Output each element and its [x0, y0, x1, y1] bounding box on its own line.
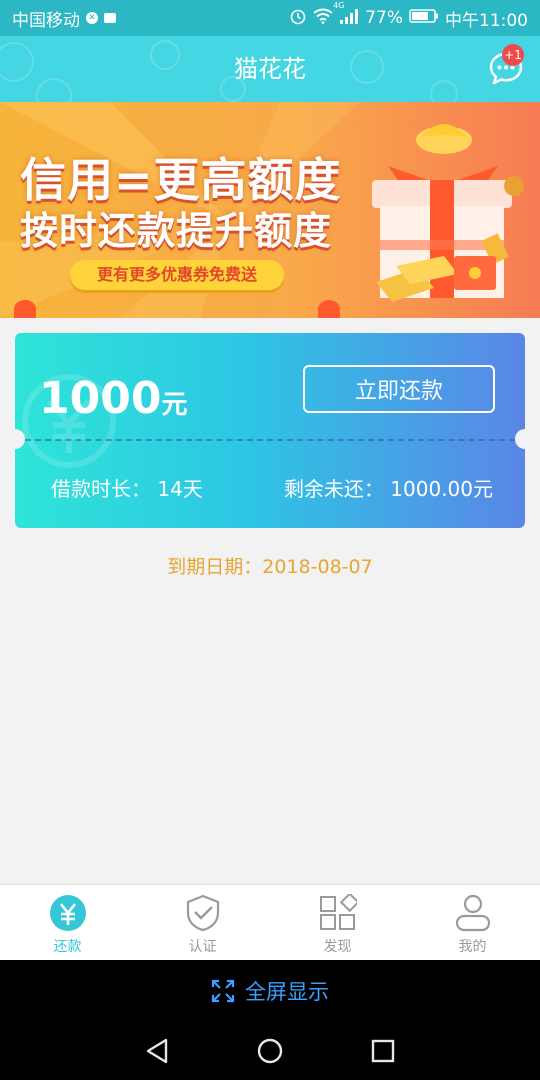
grid-icon — [318, 893, 358, 933]
tab-label: 还款 — [53, 939, 82, 955]
wifi-icon — [313, 8, 333, 29]
expand-icon — [211, 979, 235, 1003]
message-notification-icon — [104, 13, 116, 23]
clock: 中午11:00 — [445, 10, 528, 31]
back-button[interactable] — [137, 1031, 177, 1071]
alarm-icon — [289, 7, 307, 30]
home-button[interactable] — [250, 1031, 290, 1071]
tab-label: 认证 — [188, 939, 217, 955]
fullscreen-button[interactable]: 全屏显示 — [0, 960, 540, 1022]
recents-square-icon — [372, 1039, 395, 1063]
repayment-card: 1000元 立即还款 借款时长： 14天 剩余未还： 1000.00元 — [15, 333, 525, 528]
battery-icon — [409, 8, 439, 29]
battery-percent: 77% — [365, 8, 403, 28]
yen-icon — [48, 893, 88, 933]
system-nav-bar — [0, 1022, 540, 1080]
gold-bars-illustration — [376, 256, 496, 302]
notification-icon: ✕ — [86, 12, 98, 24]
back-triangle-icon — [146, 1038, 167, 1064]
loan-duration: 借款时长： 14天 — [51, 477, 203, 501]
signal-icon: 4G — [333, 1, 359, 29]
tab-verify[interactable]: 认证 — [135, 885, 270, 960]
loan-amount-value: 1000 — [39, 373, 162, 424]
tab-discover[interactable]: 发现 — [270, 885, 405, 960]
card-divider — [25, 439, 515, 441]
due-date: 到期日期：2018-08-07 — [167, 556, 373, 578]
home-circle-icon — [257, 1038, 283, 1064]
user-icon — [453, 893, 493, 933]
status-bar: 中国移动 ✕ 4G 77% 中午11:00 — [0, 0, 540, 36]
tab-mine[interactable]: 我的 — [405, 885, 540, 960]
shield-check-icon — [183, 893, 223, 933]
message-badge: +1 — [502, 44, 524, 66]
loan-amount: 1000元 — [39, 373, 187, 424]
tab-repay[interactable]: 还款 — [0, 885, 135, 960]
bottom-tab-bar: 还款 认证 发现 我的 — [0, 884, 540, 960]
coupon-pill: 更有更多优惠券免费送 — [70, 260, 284, 290]
network-type-label: 4G — [333, 0, 345, 10]
page-title: 猫花花 — [234, 55, 306, 83]
promo-banner[interactable]: 信用=更高额度 按时还款提升额度 更有更多优惠券免费送 — [0, 102, 540, 318]
card-notch-right — [515, 429, 525, 449]
tab-label: 发现 — [323, 939, 352, 955]
banner-subheadline: 按时还款提升额度 — [20, 209, 333, 253]
carrier-label: 中国移动 — [12, 10, 80, 31]
flag-decoration — [318, 300, 340, 318]
app-header: 猫花花 +1 — [0, 36, 540, 102]
fullscreen-label: 全屏显示 — [245, 980, 329, 1004]
recents-button[interactable] — [363, 1031, 403, 1071]
repay-now-button[interactable]: 立即还款 — [303, 365, 495, 413]
remaining-balance: 剩余未还： 1000.00元 — [283, 477, 493, 501]
flag-decoration — [14, 300, 36, 318]
tab-label: 我的 — [458, 939, 487, 955]
loan-amount-unit: 元 — [161, 390, 188, 420]
